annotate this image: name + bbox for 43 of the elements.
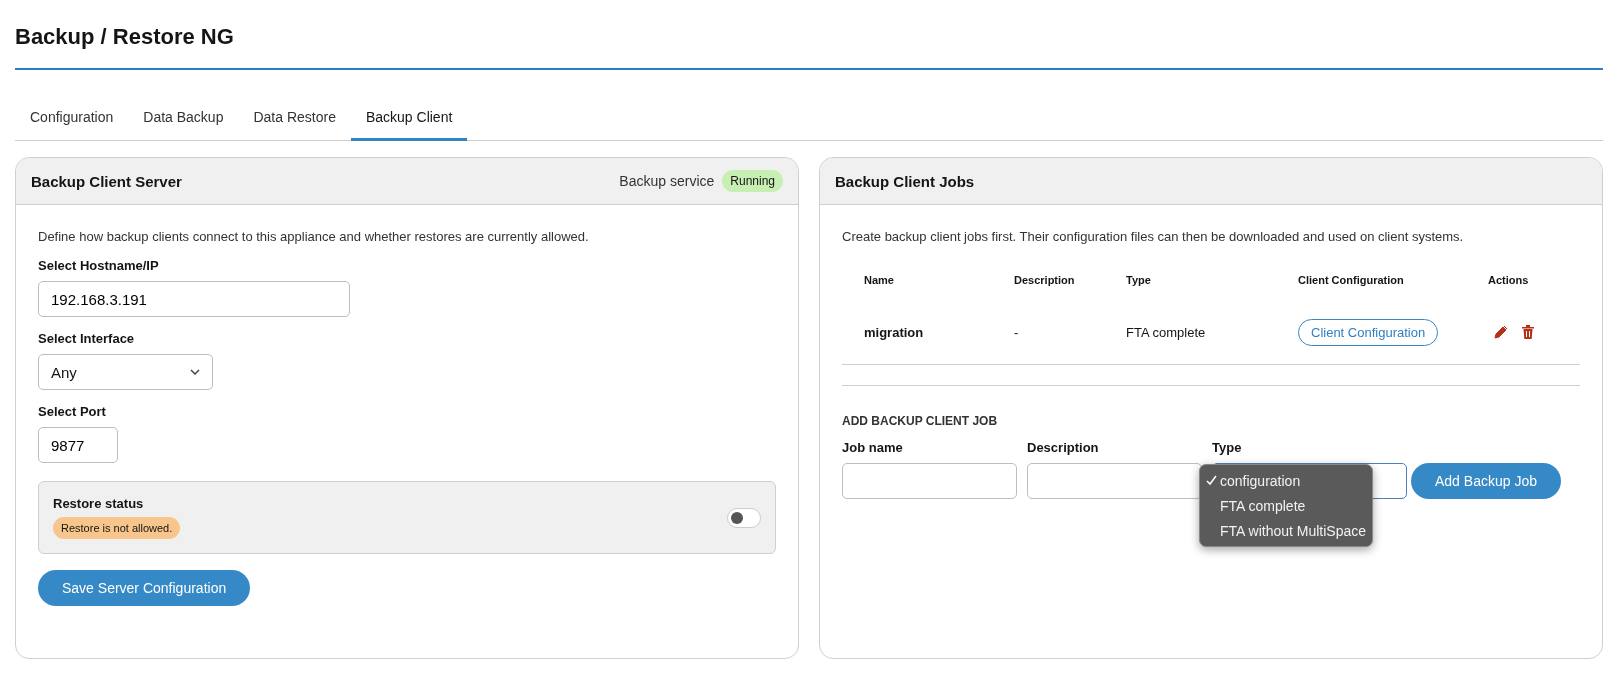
- tab[interactable]: Data Backup: [128, 100, 239, 141]
- field-label: Select Hostname/IP: [38, 258, 160, 273]
- tab[interactable]: Backup Client: [350, 100, 468, 141]
- pencil-icon[interactable]: [1494, 325, 1508, 339]
- job-name-field[interactable]: [842, 463, 1017, 499]
- column-header: Type: [1126, 274, 1152, 286]
- panel-title: Backup Client Jobs: [835, 172, 976, 190]
- service-label: Backup service: [619, 173, 715, 189]
- menu-item[interactable]: FTA complete: [1206, 493, 1367, 518]
- panel-title: Backup Client Server: [31, 172, 183, 190]
- client-configuration-button[interactable]: Client Configuration: [1298, 318, 1439, 346]
- restore-toggle[interactable]: [727, 507, 761, 528]
- interface-select[interactable]: Any: [38, 354, 213, 390]
- page-title: Backup / Restore NG: [15, 0, 1603, 70]
- field-label: Description: [1027, 440, 1100, 455]
- field-label: Type: [1212, 440, 1243, 455]
- hostname-field[interactable]: 192.168.3.191: [38, 281, 350, 317]
- table-cell-text: migration: [864, 324, 925, 340]
- field-label: Select Port: [38, 404, 107, 419]
- tab[interactable]: Data Restore: [238, 100, 351, 141]
- add-job-button[interactable]: Add Backup Job: [1411, 463, 1561, 499]
- description-field[interactable]: [1027, 463, 1202, 499]
- port-field[interactable]: 9877: [38, 427, 118, 463]
- restore-badge: Restore is not allowed.: [53, 517, 181, 539]
- save-button[interactable]: Save Server Configuration: [38, 570, 251, 606]
- tab[interactable]: Configuration: [15, 100, 129, 141]
- column-header: Description: [1014, 274, 1076, 286]
- table-cell-text: -: [1014, 324, 1020, 340]
- intro-text: Create backup client jobs first. Their configuration files can then be downloaded and used on client systems.: [842, 229, 1465, 244]
- status-badge: Running: [722, 170, 783, 192]
- restore-label: Restore status: [53, 496, 145, 511]
- menu-item[interactable]: FTA without MultiSpace: [1206, 518, 1367, 543]
- chevron-icon: [190, 369, 200, 375]
- column-header: Name: [864, 274, 895, 286]
- field-label: Select Interface: [38, 331, 136, 346]
- field-label: Job name: [842, 440, 904, 455]
- section-heading: ADD BACKUP CLIENT JOB: [842, 414, 999, 428]
- menu-item[interactable]: configuration: [1206, 468, 1367, 493]
- column-header: Actions: [1488, 274, 1530, 286]
- column-header: Client Configuration: [1298, 274, 1405, 286]
- table-cell-text: FTA complete: [1126, 324, 1207, 340]
- intro-text: Define how backup clients connect to this appliance and whether restores are currently allowed.: [38, 229, 590, 244]
- trash-icon[interactable]: [1522, 325, 1534, 339]
